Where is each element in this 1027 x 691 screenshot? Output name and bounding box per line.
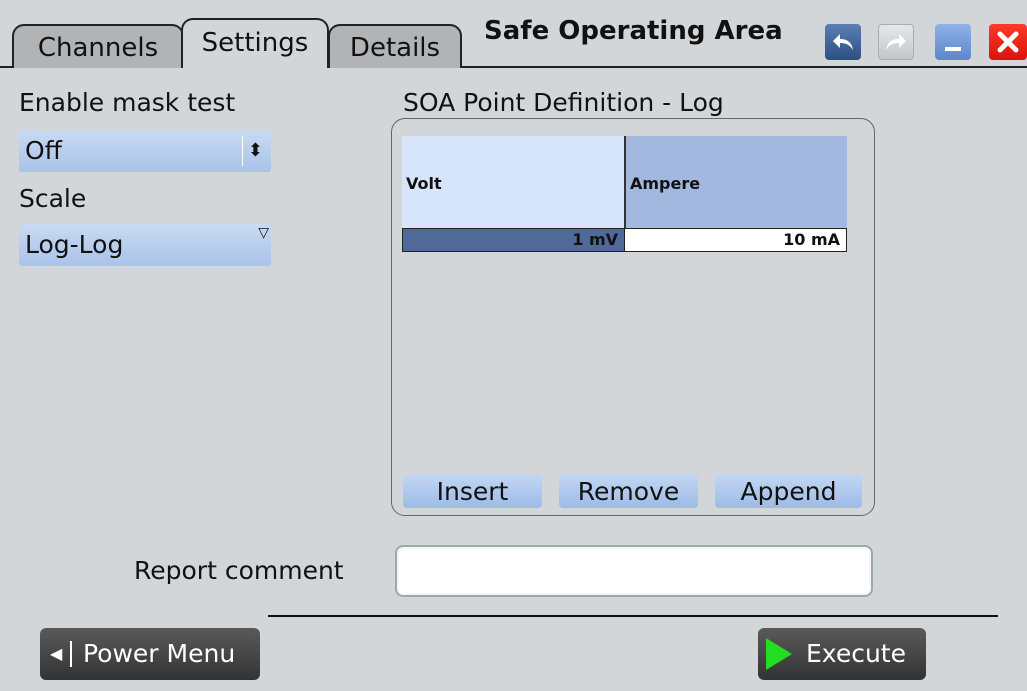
scale-value: Log-Log	[25, 230, 124, 259]
undo-icon	[833, 34, 853, 50]
minimize-button[interactable]	[935, 24, 971, 60]
play-icon	[766, 638, 792, 670]
insert-button[interactable]: Insert	[403, 474, 542, 508]
power-menu-label: Power Menu	[83, 639, 236, 668]
dropdown-triangle-icon: ▽	[258, 225, 269, 241]
column-header-ampere[interactable]: Ampere	[624, 136, 847, 228]
soa-group-title: SOA Point Definition - Log	[403, 88, 724, 117]
remove-button[interactable]: Remove	[559, 474, 698, 508]
execute-label: Execute	[806, 639, 906, 668]
spinner-arrows-icon: ⬍	[247, 140, 263, 161]
window-title: Safe Operating Area	[484, 16, 783, 46]
column-header-volt[interactable]: Volt	[402, 136, 624, 228]
tab-settings-label: Settings	[201, 28, 309, 58]
mask-test-select[interactable]: Off ⬍	[19, 130, 271, 172]
select-separator	[242, 136, 243, 166]
scale-dropdown[interactable]: Log-Log ▽	[19, 224, 271, 266]
close-button[interactable]	[989, 24, 1027, 60]
append-button[interactable]: Append	[715, 474, 862, 508]
tab-details[interactable]: Details	[328, 24, 462, 68]
column-header-ampere-label: Ampere	[630, 174, 701, 193]
report-comment-label: Report comment	[134, 556, 344, 585]
cell-ampere[interactable]: 10 mA	[624, 229, 846, 251]
tab-details-label: Details	[349, 33, 441, 63]
tab-settings[interactable]: Settings	[181, 18, 329, 70]
close-icon	[997, 31, 1019, 53]
footer-divider	[268, 615, 998, 617]
redo-button[interactable]	[878, 24, 914, 60]
redo-icon	[886, 34, 906, 50]
report-comment-input[interactable]	[395, 545, 873, 597]
button-divider	[70, 641, 72, 667]
mask-test-label: Enable mask test	[19, 88, 236, 117]
power-menu-button[interactable]: ◀ Power Menu	[40, 628, 260, 680]
execute-button[interactable]: Execute	[758, 628, 926, 680]
back-arrow-icon: ◀	[50, 644, 63, 663]
table-row[interactable]: 1 mV 10 mA	[402, 228, 847, 252]
undo-button[interactable]	[825, 24, 861, 60]
tab-channels-label: Channels	[37, 33, 159, 63]
cell-volt[interactable]: 1 mV	[403, 229, 624, 251]
mask-test-value: Off	[25, 136, 62, 165]
scale-label: Scale	[19, 184, 87, 213]
column-header-volt-label: Volt	[406, 174, 442, 193]
minimize-icon	[945, 47, 961, 51]
tab-channels[interactable]: Channels	[12, 24, 184, 68]
